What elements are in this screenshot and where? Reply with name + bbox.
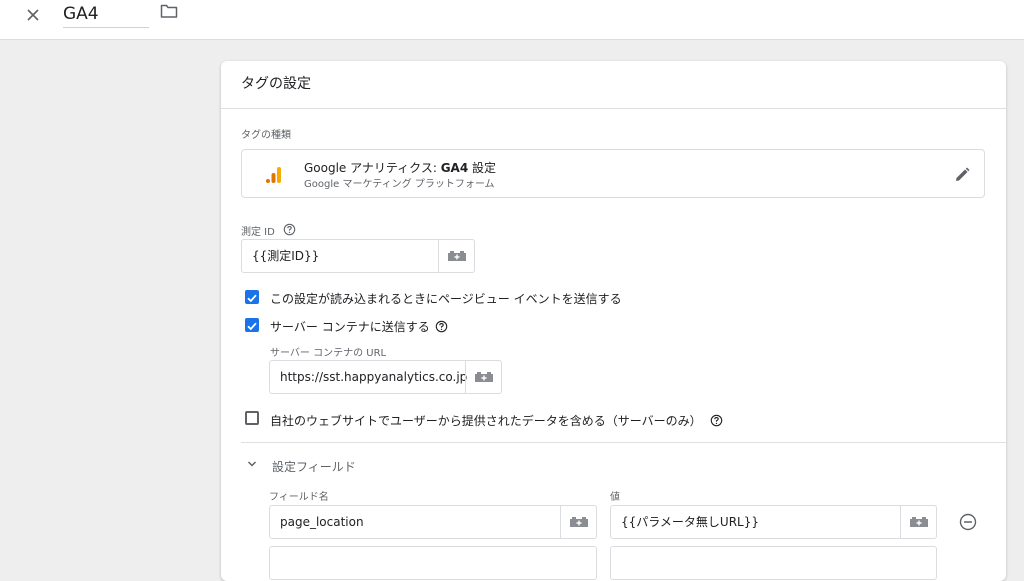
checkmark-icon <box>247 322 257 331</box>
variable-picker-button[interactable] <box>560 506 596 538</box>
variable-block-icon <box>447 251 466 261</box>
user-data-checkbox-label: 自社のウェブサイトでユーザーから提供されたデータを含める（サーバーのみ） <box>270 414 702 428</box>
edit-icon[interactable] <box>953 166 971 184</box>
tag-name-input[interactable]: GA4 <box>63 2 149 28</box>
checkmark-icon <box>247 294 257 303</box>
field-value-input[interactable]: {{パラメータ無しURL}} <box>610 505 937 539</box>
fields-section-title[interactable]: 設定フィールド <box>272 458 356 475</box>
measurement-id-value: {{測定ID}} <box>252 249 320 263</box>
server-container-checkbox[interactable] <box>245 318 259 332</box>
server-url-value: https://sst.happyanalytics.co.jp <box>280 370 468 384</box>
help-icon[interactable] <box>435 320 448 333</box>
field-name-input[interactable] <box>269 546 597 580</box>
card-title: タグの設定 <box>221 61 1006 109</box>
field-name-input[interactable]: page_location <box>269 505 597 539</box>
tag-type-title: Google アナリティクス: GA4 設定 <box>304 161 497 175</box>
tag-type-selector[interactable]: Google アナリティクス: GA4 設定 Google マーケティング プラ… <box>241 149 985 198</box>
close-button[interactable] <box>22 4 44 26</box>
field-value-column-header: 値 <box>610 492 620 503</box>
folder-icon <box>160 4 178 18</box>
user-data-checkbox[interactable] <box>245 411 259 425</box>
tag-type-label: タグの種類 <box>241 130 291 141</box>
folder-button[interactable] <box>160 3 180 23</box>
variable-block-icon <box>569 517 588 527</box>
google-analytics-icon <box>266 167 281 183</box>
variable-block-icon <box>474 372 493 382</box>
measurement-id-field[interactable]: {{測定ID}} <box>241 239 475 273</box>
remove-row-icon[interactable] <box>958 512 978 532</box>
measurement-id-label: 測定 ID <box>241 227 275 238</box>
close-icon <box>27 9 39 21</box>
variable-picker-button[interactable] <box>438 240 474 272</box>
server-url-field[interactable]: https://sst.happyanalytics.co.jp <box>269 360 502 394</box>
help-icon[interactable] <box>710 414 723 427</box>
tag-config-card: タグの設定 タグの種類 Google アナリティクス: GA4 設定 Googl… <box>221 61 1006 581</box>
pageview-checkbox-label: この設定が読み込まれるときにページビュー イベントを送信する <box>270 292 622 306</box>
variable-block-icon <box>909 517 928 527</box>
section-divider <box>241 442 1006 443</box>
field-value-input[interactable] <box>610 546 937 580</box>
variable-picker-button[interactable] <box>465 361 501 393</box>
variable-picker-button[interactable] <box>900 506 936 538</box>
server-container-checkbox-label: サーバー コンテナに送信する <box>270 320 430 334</box>
help-icon[interactable] <box>283 223 296 236</box>
chevron-down-icon[interactable] <box>247 460 257 468</box>
tag-type-subtitle: Google マーケティング プラットフォーム <box>304 179 495 190</box>
server-url-label: サーバー コンテナの URL <box>270 348 387 359</box>
field-name-value: page_location <box>280 515 364 529</box>
field-name-column-header: フィールド名 <box>269 492 329 503</box>
top-bar: GA4 <box>0 0 1024 40</box>
field-value-value: {{パラメータ無しURL}} <box>621 515 759 529</box>
pageview-checkbox[interactable] <box>245 290 259 304</box>
